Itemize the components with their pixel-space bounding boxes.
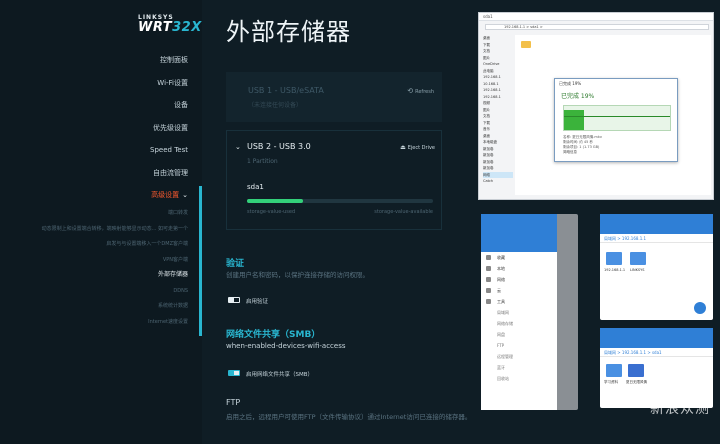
sub-item-system-stats[interactable]: 系统统计数据	[42, 301, 188, 317]
storage-available-label: storage-value-available	[374, 209, 433, 215]
copy-speed-graph	[563, 105, 671, 131]
chevron-down-icon: ⌄	[182, 191, 188, 199]
linksys-logo: LINKSYS WRT32X	[138, 14, 202, 44]
folder-icon	[606, 252, 622, 265]
copy-speed-line	[564, 116, 670, 117]
auth-description: 创建用户名和密码，以保护连接存储的访问权限。	[226, 271, 369, 279]
refresh-icon: ⟲	[407, 87, 414, 95]
storage-used-label: storage-value-used	[247, 209, 296, 215]
drive-name: sda1	[247, 183, 264, 191]
drawer-header	[481, 214, 557, 252]
drawer-sub-item: FTP	[497, 343, 505, 348]
nav-item-devices[interactable]: 设备	[150, 99, 188, 122]
folder-icon	[606, 364, 622, 377]
explorer-tree: 桌面 下载 文档 图片 OneDrive 此电脑 192.168.1 10.168.1 192.…	[483, 35, 513, 195]
sub-item-port-triggering[interactable]: 动态限制上和设置端合转移，端映射能够显示动态... 如可走第一个	[42, 224, 188, 240]
watermark: 新浪众测	[650, 401, 710, 417]
main-nav: 控制面板 Wi-Fi设置 设备 优先级设置 Speed Test 自由流管理 高…	[150, 54, 188, 212]
drawer-item: 工具	[481, 296, 557, 307]
folder-label: 学习资料	[604, 380, 618, 384]
phone-a-header	[600, 214, 713, 234]
usb2-partitions: 1 Partition	[247, 158, 278, 165]
smb-title: 网络文件共享（SMB）	[226, 330, 321, 340]
smb-subtitle: when-enabled-devices-wifi-access	[226, 342, 346, 350]
copy-info: 名称: 夏日无限风情.mkv 剩余时间: 约 45 秒 剩余项目: 1 (1.7…	[563, 135, 602, 154]
phone-b-breadcrumb: 局域网 > 192.168.1.1 > sda1	[600, 348, 713, 357]
drawer-sub-item: 网络存储	[497, 321, 513, 326]
usb2-title[interactable]: USB 2 - USB 3.0	[247, 142, 311, 151]
drawer-sub-item: 回收站	[497, 376, 509, 381]
phone-drawer-screenshot: 收藏 本地 网络云工具局域网网络存储网盘 FTP 远程管理蓝牙回收站	[481, 214, 578, 410]
copy-progress-text: 已完成 19%	[561, 93, 595, 100]
explorer-title: sda1	[479, 13, 713, 21]
sidebar: LINKSYS WRT32X 控制面板 Wi-Fi设置 设备 优先级设置 Spe…	[0, 0, 202, 444]
file-label: 夏日无限风情	[626, 380, 647, 384]
folder-label: LINKSYS	[630, 268, 645, 272]
folder-label: 192.168.1.1	[604, 268, 626, 272]
drawer-sub-item: 蓝牙	[497, 365, 505, 370]
nav-item-dashboard[interactable]: 控制面板	[150, 54, 188, 77]
sub-item-vpn-client[interactable]: VPN客户端	[42, 255, 188, 271]
storage-usage-bar	[247, 199, 433, 203]
copy-progress-fill	[564, 110, 585, 130]
model-name: WRT32X	[138, 20, 202, 35]
drawer-item: 云	[481, 285, 557, 296]
phone-lan-screenshot: 局域网 > 192.168.1.1 192.168.1.1 LINKSYS	[600, 214, 713, 320]
usb1-card: USB 1 - USB/eSATA （未连接任何设备） ⟲ Refresh	[226, 72, 442, 122]
sub-item-external-storage[interactable]: 外部存储器	[42, 270, 188, 286]
phone-drawer: 收藏 本地 网络云工具局域网网络存储网盘 FTP 远程管理蓝牙回收站	[481, 214, 557, 410]
explorer-address-bar: 192.168.1.1 > sda1 >	[485, 24, 709, 30]
drawer-item: 收藏	[481, 252, 557, 263]
phone-a-breadcrumb: 局域网 > 192.168.1.1	[600, 234, 713, 243]
folder-icon	[630, 252, 646, 265]
copy-progress-dialog: 已完成 19% 已完成 19% 名称: 夏日无限风情.mkv 剩余时间: 约 4…	[554, 78, 678, 162]
nav-item-wifi-settings[interactable]: Wi-Fi设置	[150, 77, 188, 100]
nav-item-stream-management[interactable]: 自由流管理	[150, 167, 188, 190]
copy-dialog-title: 已完成 19%	[559, 81, 582, 86]
smb-toggle[interactable]	[228, 370, 240, 376]
sub-item-internet-speed[interactable]: Internet速度设置	[42, 317, 188, 333]
drawer-item: 本地	[481, 263, 557, 274]
folder-icon	[521, 41, 531, 48]
drawer-item: 网络	[481, 274, 557, 285]
auth-title: 验证	[226, 259, 245, 269]
nav-item-speed-test[interactable]: Speed Test	[150, 144, 188, 167]
smb-toggle-label: 启用网络文件共享（SMB）	[246, 372, 314, 378]
drawer-sub-item: 局域网	[497, 310, 509, 315]
eject-drive-button[interactable]: ⏏ Eject Drive	[400, 144, 435, 151]
advanced-sub-nav: 端口转发 动态限制上和设置端合转移，端映射能够显示动态... 如可走第一个 启发…	[42, 208, 188, 332]
main-content: 外部存储器 USB 1 - USB/eSATA （未连接任何设备） ⟲ Refre…	[202, 0, 474, 444]
ftp-description: 启用之后，远程用户可使用FTP（文件传输协议）通过Internet访问已连接的储…	[226, 413, 472, 421]
phone-sda1-screenshot: 局域网 > 192.168.1.1 > sda1 学习资料 夏日无限风情	[600, 328, 713, 408]
ftp-title: FTP	[226, 398, 241, 407]
auth-toggle[interactable]	[228, 297, 240, 303]
sub-item-dmz[interactable]: 启发与与设置端移入一个DMZ客户端	[42, 239, 188, 255]
usb1-title: USB 1 - USB/eSATA	[248, 86, 324, 95]
page-title: 外部存储器	[226, 18, 351, 46]
video-file-icon	[628, 364, 644, 377]
drawer-sub-item: 网盘	[497, 332, 505, 337]
refresh-button[interactable]: ⟲ Refresh	[407, 87, 434, 95]
sub-item-ddns[interactable]: DDNS	[42, 286, 188, 302]
explorer-tree-item: Catch	[483, 179, 494, 183]
phone-b-header	[600, 328, 713, 348]
nav-item-priority[interactable]: 优先级设置	[150, 122, 188, 145]
usb1-status: （未连接任何设备）	[248, 102, 303, 109]
add-fab-button	[694, 302, 706, 314]
usb2-card: ⌄ USB 2 - USB 3.0 1 Partition ⏏ Eject Dri…	[226, 130, 442, 230]
chevron-down-icon[interactable]: ⌄	[235, 143, 241, 151]
eject-icon: ⏏	[400, 144, 406, 151]
drawer-sub-item: 远程管理	[497, 354, 513, 359]
storage-usage-fill	[247, 199, 303, 203]
auth-toggle-label: 启用验证	[246, 299, 269, 305]
sub-item-port-forwarding[interactable]: 端口转发	[42, 208, 188, 224]
